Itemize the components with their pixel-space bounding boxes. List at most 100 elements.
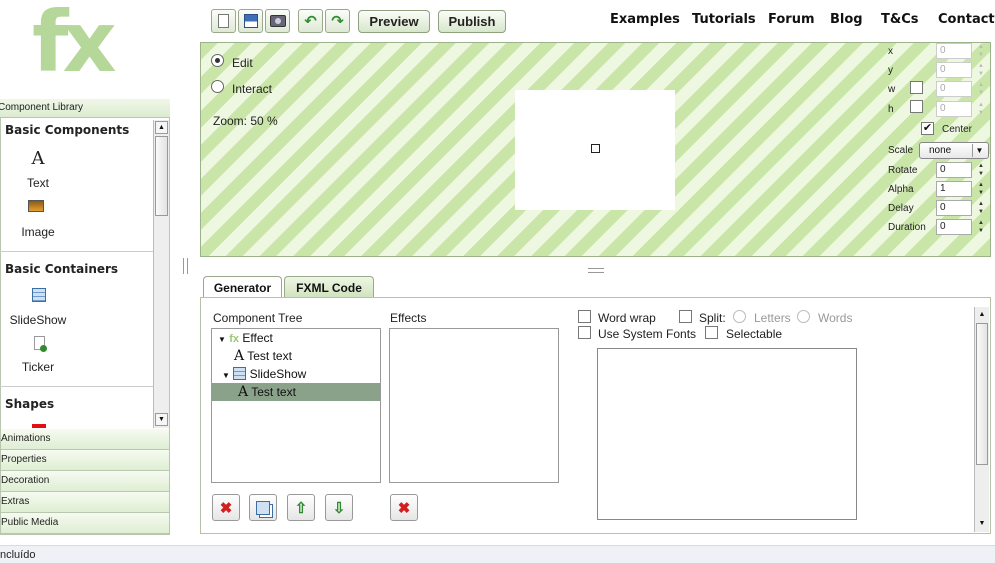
scroll-up-arrow-icon[interactable]: ▲ — [155, 121, 168, 134]
duplicate-icon — [256, 500, 270, 515]
nav-tcs[interactable]: T&Cs — [881, 12, 918, 27]
duration-spinner[interactable]: ▲ ▼ — [975, 219, 987, 235]
x-input[interactable]: 0 — [936, 43, 972, 59]
close-icon: ✖ — [219, 499, 233, 517]
selectable-checkbox[interactable] — [705, 326, 718, 339]
screenshot-button[interactable] — [265, 9, 290, 33]
tab-generator[interactable]: Generator — [203, 276, 282, 299]
category-basic-containers: Basic Containers — [5, 262, 119, 276]
publish-button[interactable]: Publish — [438, 10, 506, 33]
split-checkbox[interactable] — [679, 310, 692, 323]
w-label: w — [888, 84, 896, 95]
save-button[interactable] — [238, 9, 263, 33]
words-radio[interactable] — [797, 310, 810, 323]
alpha-spinner[interactable]: ▲ ▼ — [975, 181, 987, 197]
tree-row-effect[interactable]: ▼ fx Effect — [218, 331, 273, 345]
new-document-button[interactable] — [211, 9, 236, 33]
y-input[interactable]: 0 — [936, 62, 972, 78]
expand-triangle-icon: ▼ — [218, 335, 226, 344]
nav-blog[interactable]: Blog — [830, 12, 863, 27]
vertical-resize-handle[interactable] — [588, 268, 604, 273]
library-item-slideshow[interactable]: SlideShow — [0, 288, 80, 327]
use-system-fonts-label: Use System Fonts — [598, 327, 697, 341]
words-label: Words — [818, 311, 853, 325]
nav-forum[interactable]: Forum — [768, 12, 815, 27]
letters-label: Letters — [754, 311, 791, 325]
generator-scrollbar[interactable]: ▲ ▼ — [974, 307, 989, 532]
selectable-label: Selectable — [726, 327, 783, 341]
h-input[interactable]: 0 — [936, 101, 972, 117]
word-wrap-checkbox[interactable] — [578, 310, 591, 323]
tree-label: Effect — [242, 331, 273, 345]
expand-triangle-icon: ▼ — [222, 371, 230, 380]
red-rectangle-shape-icon[interactable] — [32, 424, 46, 428]
center-label: Center — [942, 124, 973, 135]
delete-effect-button[interactable]: ✖ — [390, 494, 418, 521]
w-checkbox[interactable] — [910, 81, 923, 94]
duplicate-component-button[interactable] — [249, 494, 277, 521]
scale-label: Scale — [888, 145, 914, 156]
w-spinner[interactable]: ▲ ▼ — [975, 81, 987, 97]
slideshow-icon — [32, 288, 46, 302]
move-up-button[interactable]: ⇧ — [287, 494, 315, 521]
letters-radio[interactable] — [733, 310, 746, 323]
scroll-thumb[interactable] — [155, 136, 168, 216]
scroll-down-arrow-icon[interactable]: ▼ — [155, 413, 168, 426]
duration-input[interactable]: 0 — [936, 219, 972, 235]
panel-resize-handle[interactable] — [183, 258, 188, 274]
alpha-input[interactable]: 1 — [936, 181, 972, 197]
delay-spinner[interactable]: ▲ ▼ — [975, 200, 987, 216]
mode-interact-radio[interactable] — [211, 80, 224, 93]
mode-edit-radio[interactable] — [211, 54, 224, 67]
nav-examples[interactable]: Examples — [610, 12, 680, 27]
redo-button[interactable]: ↷ — [325, 9, 350, 33]
component-library-header[interactable]: Component Library — [0, 99, 170, 118]
delay-input[interactable]: 0 — [936, 200, 972, 216]
duration-label: Duration — [888, 222, 926, 233]
scroll-thumb[interactable] — [976, 323, 988, 465]
library-item-ticker[interactable]: Ticker — [0, 336, 80, 374]
x-spinner[interactable]: ▲ ▼ — [975, 43, 987, 59]
chevron-down-icon: ▼ — [972, 144, 986, 157]
tree-label: Test text — [247, 349, 292, 363]
library-item-image[interactable]: Image — [0, 200, 80, 239]
scale-dropdown[interactable]: none ▼ — [919, 142, 989, 159]
delete-component-button[interactable]: ✖ — [212, 494, 240, 521]
library-scrollbar[interactable]: ▲ ▼ — [153, 120, 169, 428]
tab-fxml-code[interactable]: FXML Code — [284, 276, 374, 298]
accordion-extras[interactable]: Extras — [0, 492, 170, 513]
nav-tutorials[interactable]: Tutorials — [692, 12, 756, 27]
move-down-button[interactable]: ⇩ — [325, 494, 353, 521]
undo-icon: ↶ — [304, 12, 317, 30]
use-system-fonts-checkbox[interactable] — [578, 326, 591, 339]
mode-edit-label: Edit — [232, 56, 253, 70]
accordion-decoration[interactable]: Decoration — [0, 471, 170, 492]
h-spinner[interactable]: ▲ ▼ — [975, 101, 987, 117]
text-content-textarea[interactable] — [597, 348, 857, 520]
h-checkbox[interactable] — [910, 100, 923, 113]
y-spinner[interactable]: ▲ ▼ — [975, 62, 987, 78]
image-icon — [28, 200, 44, 212]
category-basic-components: Basic Components — [5, 123, 130, 137]
selected-component-marker[interactable] — [591, 144, 600, 153]
center-checkbox[interactable]: ✔ — [921, 122, 934, 135]
library-item-text[interactable]: A Text — [0, 148, 80, 190]
scroll-up-arrow-icon[interactable]: ▲ — [976, 308, 988, 321]
rotate-input[interactable]: 0 — [936, 162, 972, 178]
accordion-animations[interactable]: Animations — [0, 429, 170, 450]
undo-button[interactable]: ↶ — [298, 9, 323, 33]
tree-row-test-text-selected[interactable]: A Test text — [238, 384, 296, 400]
nav-contact[interactable]: Contact — [938, 12, 995, 27]
tree-row-slideshow[interactable]: ▼ SlideShow — [222, 367, 306, 381]
accordion-public-media[interactable]: Public Media — [0, 513, 170, 534]
effects-list[interactable] — [389, 328, 559, 483]
scroll-down-arrow-icon[interactable]: ▼ — [976, 517, 988, 530]
fx-logo: fx — [32, 0, 117, 91]
effects-title: Effects — [390, 311, 427, 325]
tree-row-test-text[interactable]: A Test text — [234, 348, 292, 364]
w-input[interactable]: 0 — [936, 81, 972, 97]
preview-button[interactable]: Preview — [358, 10, 430, 33]
arrow-up-icon: ⇧ — [294, 499, 308, 517]
rotate-spinner[interactable]: ▲ ▼ — [975, 162, 987, 178]
accordion-properties[interactable]: Properties — [0, 450, 170, 471]
